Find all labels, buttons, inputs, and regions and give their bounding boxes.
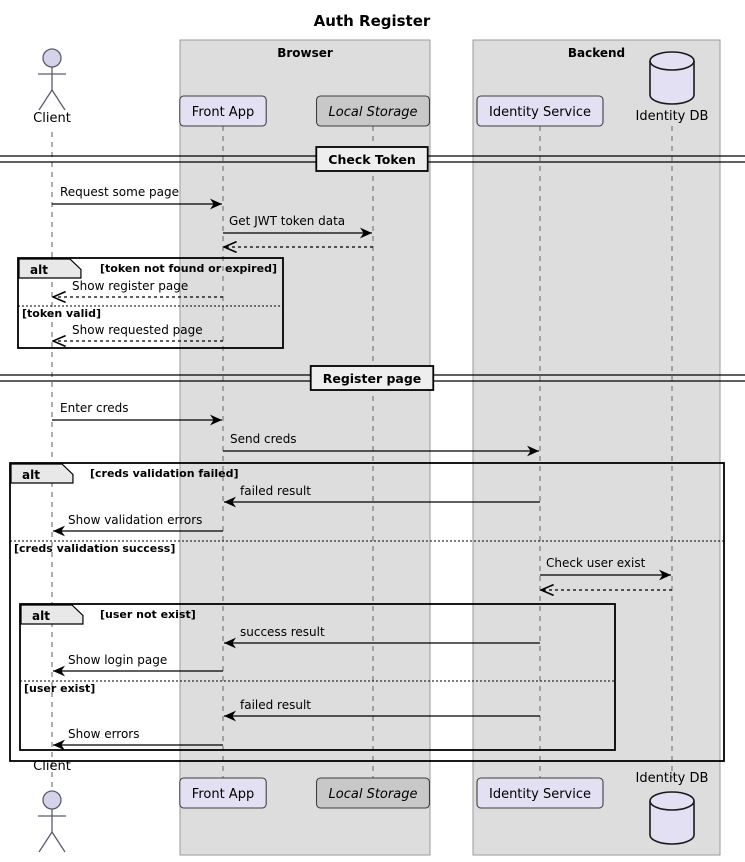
- diagram-title: Auth Register: [314, 12, 431, 30]
- message-label-m7: Send creds: [230, 432, 297, 446]
- participant-identity_service-footer[interactable]: Identity Service: [476, 777, 604, 809]
- participant-identity_service-header[interactable]: Identity Service: [476, 95, 604, 127]
- participant-label-local_storage: Local Storage: [329, 787, 418, 802]
- participant-label-identity_service: Identity Service: [489, 787, 591, 802]
- fragment-operator-frag3: alt: [32, 609, 50, 623]
- participant-label-front_app: Front App: [192, 787, 254, 802]
- sequence-diagram-canvas: Auth Register Browser Backend alt [token n…: [0, 0, 745, 862]
- database-cylinder-icon: [649, 51, 695, 105]
- message-label-m6: Enter creds: [60, 401, 129, 415]
- participant-label-client: Client: [33, 759, 71, 774]
- fragment-operator-tab: [18, 258, 82, 279]
- message-label-m15: Show errors: [68, 727, 140, 741]
- fragment-guard-frag1-1: [token valid]: [22, 307, 101, 320]
- fragment-operator-frag2: alt: [22, 468, 40, 482]
- database-cylinder-icon: [649, 791, 695, 845]
- fragment-operator-tab: [10, 463, 74, 484]
- actor-head-icon: [42, 48, 62, 68]
- message-label-m13: Show login page: [68, 653, 167, 667]
- message-label-m4: Show register page: [72, 279, 188, 293]
- participant-front_app-header[interactable]: Front App: [179, 95, 267, 127]
- group-title-browser: Browser: [277, 46, 333, 60]
- fragment-guard-frag2-0: [creds validation failed]: [90, 467, 238, 480]
- participant-local_storage-footer[interactable]: Local Storage: [315, 777, 431, 809]
- message-label-m2: Get JWT token data: [229, 214, 345, 228]
- participant-local_storage-header[interactable]: Local Storage: [315, 95, 431, 127]
- participant-label-identity_service: Identity Service: [489, 105, 591, 120]
- message-label-m14: failed result: [240, 698, 311, 712]
- actor-head-icon: [42, 790, 62, 810]
- participant-label-local_storage: Local Storage: [329, 105, 418, 120]
- fragment-guard-frag1-0: [token not found or expired]: [100, 262, 277, 275]
- fragment-operator-frag1: alt: [30, 263, 48, 277]
- divider-label-0: Check Token: [328, 152, 415, 167]
- participant-label-identity_db: Identity DB: [636, 771, 709, 786]
- fragment-guard-frag3-1: [user exist]: [24, 682, 95, 695]
- divider-label-1: Register page: [323, 371, 422, 386]
- participant-label-client: Client: [33, 111, 71, 126]
- fragment-guard-frag2-1: [creds validation success]: [14, 542, 175, 555]
- fragment-operator-tab: [20, 604, 84, 625]
- message-label-m8: failed result: [240, 484, 311, 498]
- message-label-m10: Check user exist: [546, 556, 646, 570]
- participant-label-front_app: Front App: [192, 105, 254, 120]
- message-label-m5: Show requested page: [72, 323, 203, 337]
- message-label-m9: Show validation errors: [68, 513, 202, 527]
- participant-front_app-footer[interactable]: Front App: [179, 777, 267, 809]
- fragment-guard-frag3-0: [user not exist]: [100, 608, 196, 621]
- group-title-backend: Backend: [568, 46, 625, 60]
- message-label-m1: Request some page: [60, 185, 179, 199]
- message-label-m12: success result: [240, 625, 325, 639]
- participant-label-identity_db: Identity DB: [636, 109, 709, 124]
